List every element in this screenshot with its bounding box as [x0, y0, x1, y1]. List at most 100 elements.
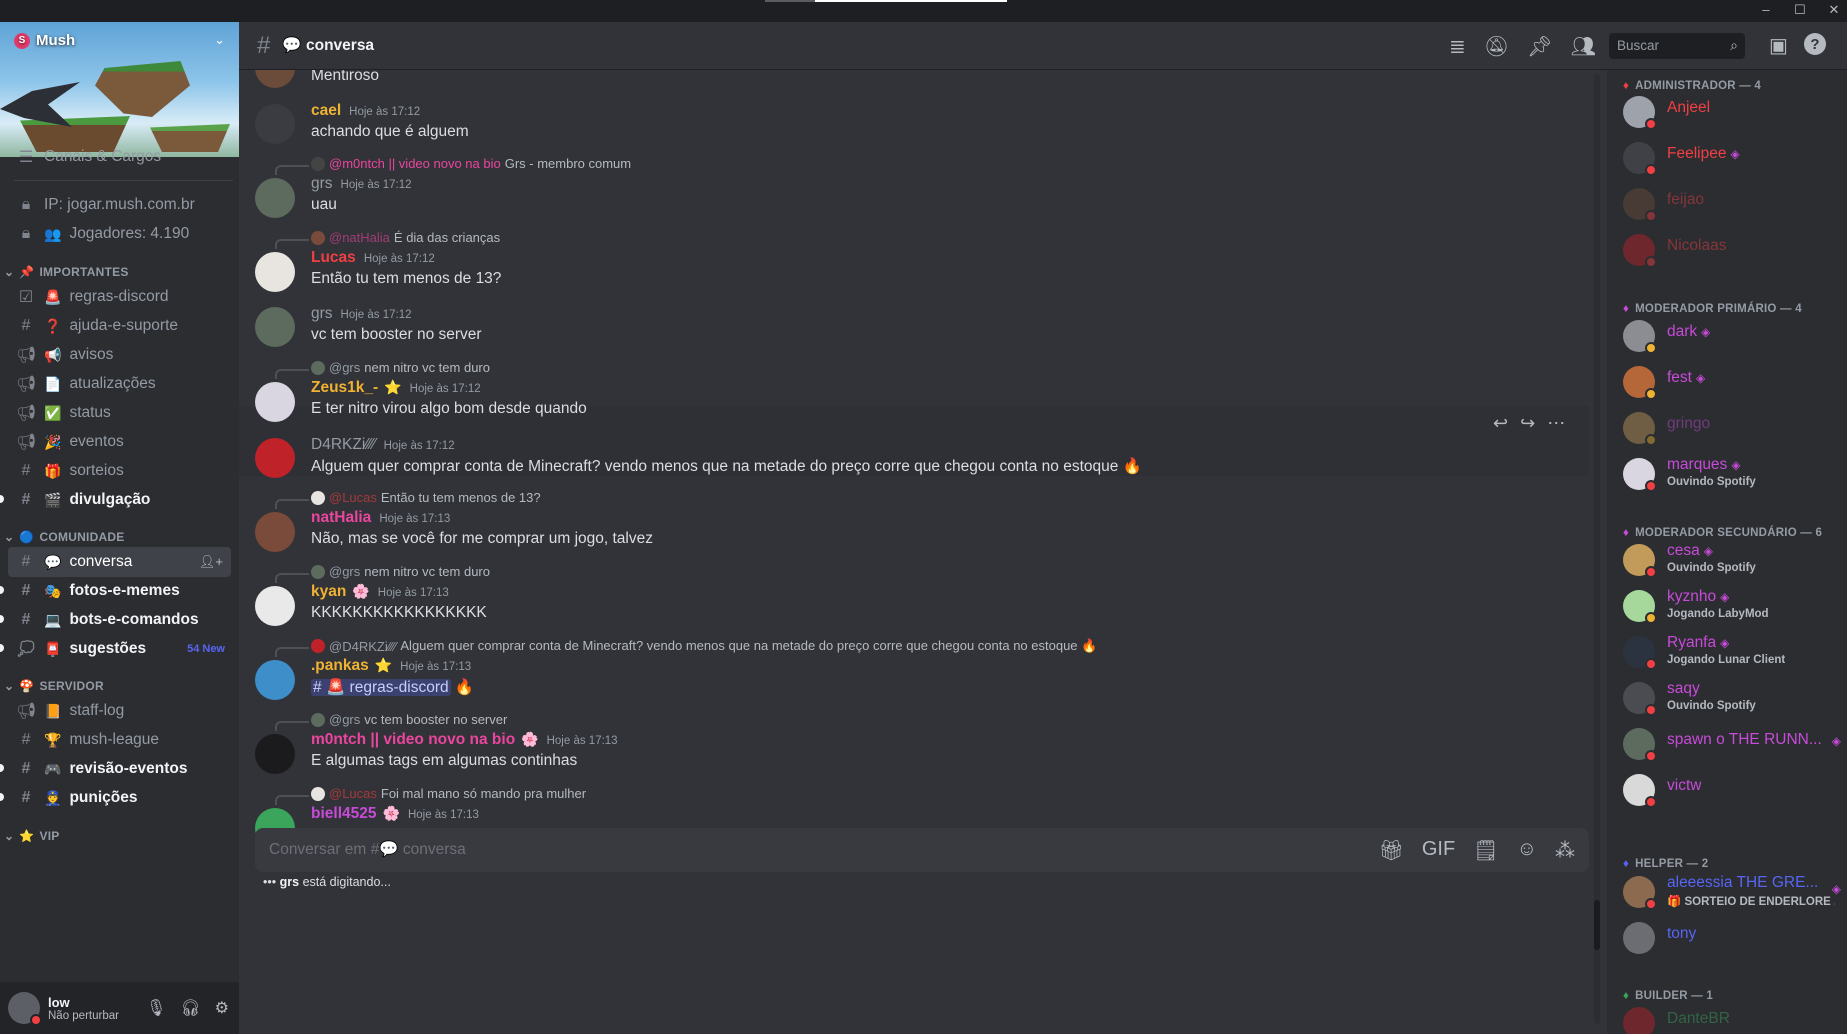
avatar[interactable]	[255, 104, 295, 144]
channel-atualizacoes[interactable]: 📢︎ 📄 atualizações	[8, 369, 231, 399]
category-servidor[interactable]: ⌄ 🍄 SERVIDOR	[4, 676, 104, 696]
reply-preview[interactable]: @grs vc tem booster no server	[311, 712, 507, 727]
message-author[interactable]: grs Hoje às 17:12	[311, 305, 412, 323]
emoji-icon[interactable]: ☺	[1517, 838, 1537, 863]
channel-avisos[interactable]: 📢︎ 📢 avisos	[8, 340, 231, 370]
gif-icon[interactable]: GIF	[1422, 838, 1455, 863]
channel-divulgacao[interactable]: # 🎬 divulgação	[8, 485, 231, 515]
channel-fotos-e-memes[interactable]: # 🎭 fotos-e-memes	[8, 576, 231, 606]
reply-preview[interactable]: @grs nem nitro vc tem duro	[311, 360, 490, 375]
channel-sugestoes[interactable]: 💭︎ 📮 sugestões 54 New	[8, 634, 231, 664]
channel-eventos[interactable]: 📢︎ 🎉 eventos	[8, 427, 231, 457]
channel-staff-log[interactable]: 📢︎ 📙 staff-log	[8, 696, 231, 726]
member-item[interactable]: saqy Ouvindo Spotify	[1623, 678, 1843, 720]
channel-ajuda-e-suporte[interactable]: # ❓ ajuda-e-suporte	[8, 311, 231, 341]
server-banner[interactable]: S Mush ⌄	[0, 22, 239, 157]
message-author[interactable]: grs Hoje às 17:12	[311, 175, 412, 193]
threads-icon[interactable]: ≣	[1449, 34, 1466, 59]
message-author[interactable]: m0ntch || video novo na bio 🌸 Hoje às 17:1…	[311, 731, 618, 749]
info-channel-players[interactable]: 🔒︎ 👥 Jogadores: 4.190	[8, 219, 231, 249]
add-member-icon[interactable]: 👤︎+	[199, 554, 223, 570]
apps-icon[interactable]: ⁂	[1555, 838, 1575, 863]
reply-icon[interactable]: ↩	[1493, 413, 1508, 434]
gift-icon[interactable]: 🎁︎	[1378, 838, 1403, 863]
category-importantes[interactable]: ⌄ 📌 IMPORTANTES	[4, 262, 129, 282]
member-item[interactable]: spawn o THE RUNN... ◈	[1623, 724, 1843, 766]
member-item[interactable]: Nicolaas	[1623, 230, 1843, 272]
channel-status[interactable]: 📢︎ ✅ status	[8, 398, 231, 428]
member-item[interactable]: tony	[1623, 918, 1843, 960]
channel-punicoes[interactable]: # 👮 punições	[8, 783, 231, 813]
avatar[interactable]	[255, 252, 295, 292]
member-item[interactable]: Feelipee ◈	[1623, 138, 1843, 180]
member-item[interactable]: feijao	[1623, 184, 1843, 226]
reply-preview[interactable]: @grs nem nitro vc tem duro	[311, 564, 490, 579]
close-icon[interactable]: ✕	[1827, 2, 1841, 18]
message-author[interactable]: .pankas ⭐ Hoje às 17:13	[311, 657, 471, 675]
channel-mush-league[interactable]: # 🏆 mush-league	[8, 725, 231, 755]
member-item[interactable]: DanteBR	[1623, 1003, 1843, 1034]
chevron-down-icon[interactable]: ⌄	[214, 32, 225, 48]
channel-regras-discord[interactable]: ☑ 🚨 regras-discord	[8, 282, 231, 312]
search-input[interactable]: Buscar ⌕	[1609, 33, 1745, 59]
microphone-icon[interactable]: 🎙︎	[146, 998, 166, 1018]
avatar[interactable]	[255, 734, 295, 774]
channel-conversa[interactable]: # 💬 conversa 👤︎+	[8, 547, 231, 577]
member-item[interactable]: gringo	[1623, 408, 1843, 450]
avatar[interactable]	[255, 438, 295, 478]
mute-bell-icon[interactable]: 🔕︎	[1484, 34, 1509, 59]
message-author[interactable]: Lucas Hoje às 17:12	[311, 249, 435, 267]
reply-preview[interactable]: @Lucas Foi mal mano só mando pra mulher	[311, 786, 586, 801]
category-vip[interactable]: ⌄ ⭐ VIP	[4, 826, 60, 846]
avatar[interactable]	[255, 512, 295, 552]
message-author[interactable]: biell4525 🌸 Hoje às 17:13	[311, 805, 479, 823]
maximize-icon[interactable]: ☐	[1793, 2, 1807, 18]
member-item[interactable]: aleeessia THE GRE... ◈ 🎁 SORTEIO DE ENDERL…	[1623, 872, 1843, 914]
member-item[interactable]: marques ◈ Ouvindo Spotify	[1623, 454, 1843, 496]
more-icon[interactable]: ⋯	[1547, 413, 1565, 434]
message-composer[interactable]: Conversar em #💬 conversa 🎁︎ GIF 🗒︎ ☺ ⁂	[255, 828, 1589, 872]
channels-and-roles[interactable]: ☰ Canais & Cargos	[8, 142, 231, 172]
member-item[interactable]: cesa ◈ Ouvindo Spotify	[1623, 540, 1843, 582]
reply-preview[interactable]: @D4RKZi⁄⁄⁄⁄ Alguem quer comprar conta de…	[311, 638, 1097, 654]
sticker-icon[interactable]: 🗒︎	[1473, 838, 1498, 863]
message-author[interactable]: kyan 🌸 Hoje às 17:13	[311, 583, 449, 601]
member-item[interactable]: dark ◈	[1623, 316, 1843, 358]
member-list-icon[interactable]: 👥︎	[1571, 34, 1596, 59]
avatar[interactable]	[255, 382, 295, 422]
channel-sorteios[interactable]: # 🎁 sorteios	[8, 456, 231, 486]
reply-preview[interactable]: @Lucas Então tu tem menos de 13?	[311, 490, 541, 505]
reply-preview[interactable]: @m0ntch || video novo na bio Grs - membr…	[311, 156, 631, 171]
headphones-icon[interactable]: 🎧︎	[180, 998, 200, 1018]
member-item[interactable]: kyznho ◈ Jogando LabyMod	[1623, 586, 1843, 628]
member-item[interactable]: Anjeel	[1623, 92, 1843, 134]
message-author[interactable]: D4RKZi⁄⁄⁄⁄ Hoje às 17:12	[311, 436, 455, 454]
forward-icon[interactable]: ↪	[1520, 413, 1535, 434]
pin-icon[interactable]: 📌︎	[1527, 34, 1552, 59]
scrollbar-thumb[interactable]	[1594, 900, 1600, 950]
message-author[interactable]: cael Hoje às 17:12	[311, 102, 420, 120]
info-channel-ip[interactable]: 🔒︎ IP: jogar.mush.com.br	[8, 190, 231, 220]
minimize-icon[interactable]: –	[1759, 2, 1773, 18]
avatar[interactable]	[255, 660, 295, 700]
member-item[interactable]: victw	[1623, 770, 1843, 812]
avatar[interactable]	[255, 307, 295, 347]
message-author[interactable]: Zeus1k_- ⭐ Hoje às 17:12	[311, 379, 481, 397]
avatar[interactable]	[255, 586, 295, 626]
reply-preview[interactable]: @natHalia É dia das crianças	[311, 230, 500, 245]
channel-bots-e-comandos[interactable]: # 💻 bots-e-comandos	[8, 605, 231, 635]
message-author[interactable]: natHalia Hoje às 17:13	[311, 509, 450, 527]
channel-mention[interactable]: # 🚨 regras-discord	[311, 679, 451, 696]
avatar[interactable]	[8, 992, 42, 1026]
server-name[interactable]: S Mush	[14, 32, 75, 49]
category-comunidade[interactable]: ⌄ 🔵 COMUNIDADE	[4, 527, 125, 547]
member-item[interactable]: fest ◈	[1623, 362, 1843, 404]
scrollbar-track[interactable]	[1594, 74, 1600, 1024]
inbox-icon[interactable]: ▣	[1769, 33, 1788, 58]
avatar[interactable]	[255, 70, 295, 88]
channel-revisao-eventos[interactable]: # 🎮 revisão-eventos	[8, 754, 231, 784]
avatar[interactable]	[255, 178, 295, 218]
member-item[interactable]: Ryanfa ◈ Jogando Lunar Client	[1623, 632, 1843, 674]
gear-icon[interactable]: ⚙	[215, 998, 229, 1018]
help-icon[interactable]: ?	[1803, 33, 1826, 55]
